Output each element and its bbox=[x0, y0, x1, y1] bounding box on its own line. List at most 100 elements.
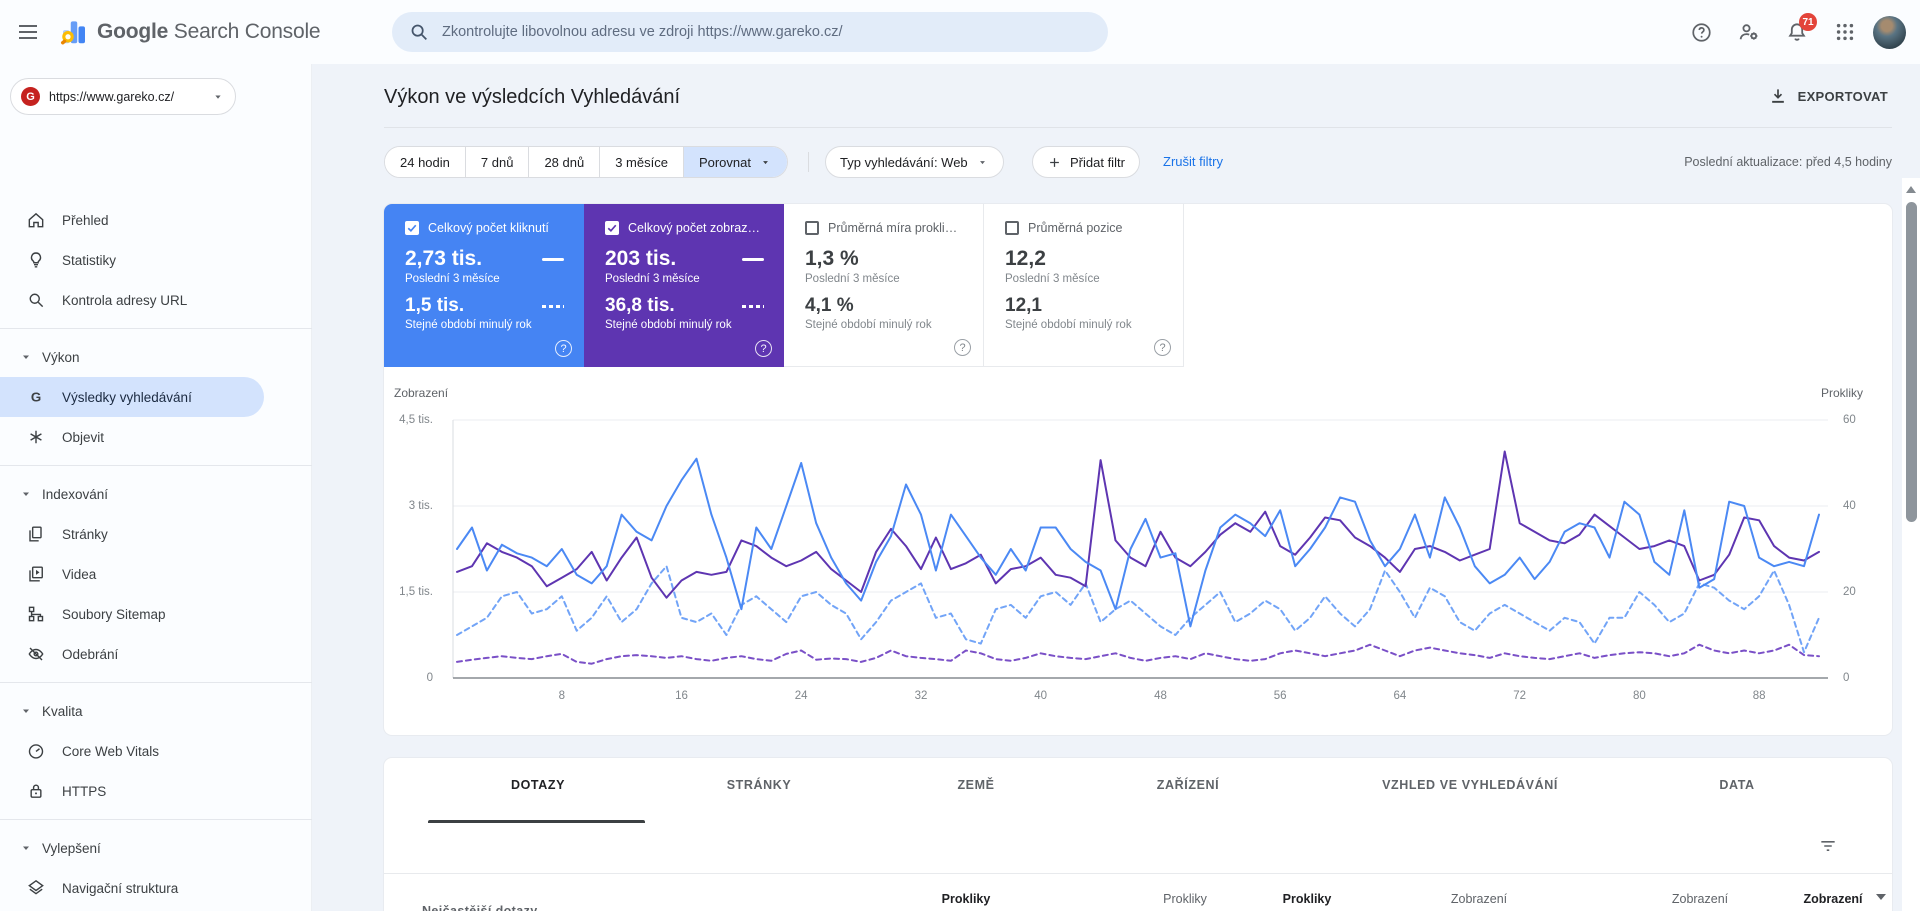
table-column-header[interactable]: Prokliky bbox=[1163, 892, 1207, 906]
menu-icon[interactable] bbox=[8, 12, 48, 52]
google-apps-icon[interactable] bbox=[1825, 12, 1865, 52]
sidebar-item-label: HTTPS bbox=[62, 783, 107, 799]
tab-za-zen-[interactable]: ZAŘÍZENÍ bbox=[1157, 778, 1219, 792]
g-letter-icon: G bbox=[26, 387, 46, 407]
url-inspection-input[interactable] bbox=[442, 24, 1082, 40]
page-title: Výkon ve výsledcích Vyhledávání bbox=[384, 86, 681, 108]
sidebar-item-objevit[interactable]: Objevit bbox=[0, 417, 264, 457]
table-column-header[interactable]: Zobrazení bbox=[1803, 892, 1862, 906]
metric-label: Celkový počet kliknutí bbox=[428, 221, 549, 235]
help-icon[interactable]: ? bbox=[755, 340, 772, 357]
metric-current-row: 2,73 tis. bbox=[405, 247, 568, 271]
user-settings-icon[interactable] bbox=[1729, 12, 1769, 52]
date-range-chip-4[interactable]: 3 měsíce bbox=[600, 147, 684, 177]
table-column-header[interactable]: Prokliky bbox=[1283, 892, 1332, 906]
scrollbar-thumb[interactable] bbox=[1905, 202, 1917, 522]
sidebar-item-p-ehled[interactable]: Přehled bbox=[0, 200, 264, 240]
export-button[interactable]: EXPORTOVAT bbox=[1768, 86, 1888, 106]
scroll-up-icon[interactable] bbox=[1906, 186, 1916, 193]
table-column-header[interactable]: Zobrazení bbox=[1451, 892, 1507, 906]
table-filter-icon[interactable] bbox=[1812, 830, 1844, 862]
sidebar-item-videa[interactable]: Videa bbox=[0, 554, 264, 594]
metric-tile-position[interactable]: Průměrná pozice 12,2 Poslední 3 měsíce 12,1… bbox=[984, 204, 1184, 367]
plus-icon bbox=[1050, 157, 1059, 167]
metric-checkbox-row: Průměrná míra prokli… bbox=[805, 221, 967, 235]
metric-label: Průměrná pozice bbox=[1028, 221, 1123, 235]
help-icon[interactable] bbox=[1681, 12, 1721, 52]
metric-checkbox-row: Celkový počet zobraz… bbox=[605, 221, 768, 235]
lightbulb-icon bbox=[26, 250, 46, 270]
checkbox-checked-icon[interactable] bbox=[605, 221, 619, 235]
sidebar-item-naviga-n-struktura[interactable]: Navigační struktura bbox=[0, 868, 264, 908]
sidebar-item-core-web-vitals[interactable]: Core Web Vitals bbox=[0, 731, 264, 771]
chart-series-1 bbox=[456, 643, 1820, 665]
x-axis-tick: 40 bbox=[1034, 690, 1048, 702]
help-icon[interactable]: ? bbox=[1154, 339, 1171, 356]
sidebar-section-v-kon[interactable]: Výkon bbox=[0, 337, 312, 377]
url-inspection-bar[interactable] bbox=[392, 12, 1108, 52]
notifications-bell-icon[interactable]: 71 bbox=[1777, 12, 1817, 52]
sidebar-item-odebr-n-[interactable]: Odebrání bbox=[0, 634, 264, 674]
tab-str-nky[interactable]: STRÁNKY bbox=[727, 778, 792, 792]
download-icon bbox=[1771, 89, 1784, 103]
metric-label: Celkový počet zobraz… bbox=[628, 221, 761, 235]
date-range-chip-2[interactable]: 7 dnů bbox=[465, 147, 530, 177]
search-console-logo-icon bbox=[58, 17, 88, 47]
tab-data[interactable]: DATA bbox=[1719, 778, 1754, 792]
search-icon bbox=[408, 21, 430, 43]
checkbox-unchecked-icon[interactable] bbox=[1005, 221, 1019, 235]
table-column-header[interactable]: Zobrazení bbox=[1672, 892, 1728, 906]
metric-checkbox-row: Celkový počet kliknutí bbox=[405, 221, 568, 235]
table-column-header[interactable]: Prokliky bbox=[942, 892, 991, 906]
tab-dotazy[interactable]: DOTAZY bbox=[511, 778, 565, 792]
tab-zem-[interactable]: ZEMĚ bbox=[957, 778, 994, 792]
chevron-down-icon bbox=[979, 160, 985, 164]
checkbox-unchecked-icon[interactable] bbox=[805, 221, 819, 235]
sidebar-item-str-nky[interactable]: Stránky bbox=[0, 514, 264, 554]
sidebar-item-label: Core Web Vitals bbox=[62, 743, 160, 759]
clear-filters-link[interactable]: Zrušit filtry bbox=[1163, 154, 1223, 169]
metric-previous-row: 1,5 tis. bbox=[405, 295, 568, 317]
metric-tile-impressions[interactable]: Celkový počet zobraz… 203 tis. Poslední 3 … bbox=[584, 204, 784, 367]
checkbox-checked-icon[interactable] bbox=[405, 221, 419, 235]
sidebar-item-https[interactable]: HTTPS bbox=[0, 771, 264, 811]
tab-vzhled-ve-vyhled-v-n-[interactable]: VZHLED VE VYHLEDÁVÁNÍ bbox=[1382, 778, 1558, 792]
sidebar-item-v-sledky-vyhled-v-n-[interactable]: G Výsledky vyhledávání bbox=[0, 377, 264, 417]
x-axis-tick: 64 bbox=[1393, 690, 1407, 702]
avatar[interactable] bbox=[1873, 15, 1906, 49]
compare-chip[interactable]: Porovnat bbox=[683, 147, 787, 177]
divider bbox=[0, 682, 312, 683]
y-axis-tick-right: 60 bbox=[1843, 414, 1856, 426]
metric-current-period: Poslední 3 měsíce bbox=[805, 273, 900, 285]
metric-previous-period: Stejné období minulý rok bbox=[1005, 319, 1132, 331]
metric-tile-clicks[interactable]: Celkový počet kliknutí 2,73 tis. Poslední … bbox=[384, 204, 584, 367]
help-icon[interactable]: ? bbox=[954, 339, 971, 356]
sidebar-section-vylep-en-[interactable]: Vylepšení bbox=[0, 828, 312, 868]
sidebar-item-label: Přehled bbox=[62, 212, 109, 228]
eye-off-icon bbox=[26, 644, 46, 664]
sidebar-section-kvalita[interactable]: Kvalita bbox=[0, 691, 312, 731]
solid-line-legend-icon bbox=[542, 257, 564, 261]
date-range-chip-3[interactable]: 28 dnů bbox=[529, 147, 601, 177]
home-icon bbox=[26, 210, 46, 230]
x-axis-tick: 8 bbox=[558, 690, 565, 702]
notification-count-badge: 71 bbox=[1799, 13, 1817, 31]
search-type-filter[interactable]: Typ vyhledávání: Web bbox=[825, 146, 1004, 178]
chart-series-2 bbox=[456, 565, 1820, 654]
sidebar-item-kontrola-adresy-url[interactable]: Kontrola adresy URL bbox=[0, 280, 264, 320]
pages-icon bbox=[26, 524, 46, 544]
sidebar-section-indexov-n-[interactable]: Indexování bbox=[0, 474, 312, 514]
sidebar-section-label: Výkon bbox=[42, 349, 80, 365]
sidebar-item-soubory-sitemap[interactable]: Soubory Sitemap bbox=[0, 594, 264, 634]
add-filter-button[interactable]: Přidat filtr bbox=[1032, 146, 1140, 178]
date-range-chip-1[interactable]: 24 hodin bbox=[385, 147, 466, 177]
sort-caret-icon[interactable] bbox=[1876, 894, 1886, 900]
help-icon[interactable]: ? bbox=[555, 340, 572, 357]
sidebar: G https://www.gareko.cz/ Přehled Statisti… bbox=[0, 64, 312, 911]
chevron-down-icon bbox=[20, 488, 32, 500]
metric-previous-value: 1,5 tis. bbox=[405, 295, 465, 316]
property-selector[interactable]: G https://www.gareko.cz/ bbox=[10, 78, 236, 115]
metric-tile-ctr[interactable]: Průměrná míra prokli… 1,3 % Poslední 3 měs… bbox=[784, 204, 984, 367]
sidebar-item-statistiky[interactable]: Statistiky bbox=[0, 240, 264, 280]
video-icon bbox=[26, 564, 46, 584]
